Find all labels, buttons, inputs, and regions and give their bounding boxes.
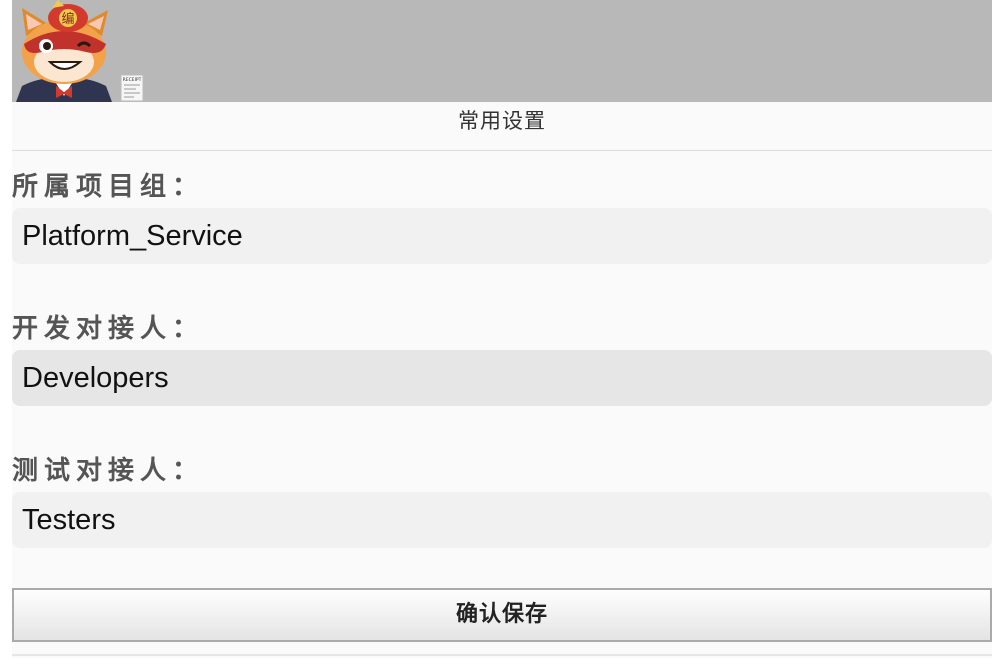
- developer-contact-label: 开发对接人：: [12, 314, 205, 344]
- project-group-input[interactable]: [12, 208, 992, 264]
- panel-title: 常用设置: [12, 102, 992, 151]
- logo-glyph: 编: [61, 12, 74, 27]
- save-button[interactable]: 确认保存: [12, 588, 992, 642]
- header-banner: [12, 0, 992, 102]
- receipt-text: RECEIPT: [123, 77, 142, 83]
- mascot-logo: 编: [16, 0, 112, 102]
- developer-contact-input[interactable]: [12, 350, 992, 406]
- project-group-label: 所属项目组：: [12, 172, 205, 202]
- settings-panel: 常用设置 所属项目组： 开发对接人： 测试对接人： 确认保存: [12, 102, 992, 658]
- bottom-divider: [12, 654, 992, 656]
- tester-contact-label: 测试对接人：: [12, 456, 205, 486]
- tester-contact-input[interactable]: [12, 492, 992, 548]
- receipt-icon: RECEIPT: [120, 74, 144, 102]
